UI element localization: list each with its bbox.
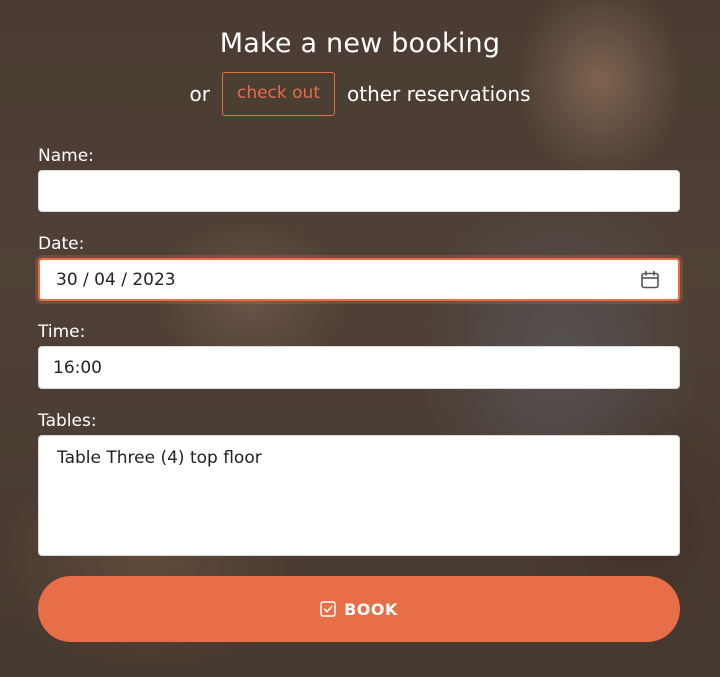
calendar-icon[interactable] [640, 270, 660, 290]
time-input-value: 16:00 [53, 357, 102, 378]
tables-select-list[interactable]: Table Three (4) top floor [38, 435, 680, 556]
book-button[interactable]: BOOK [38, 576, 680, 642]
subtitle-row: or check out other reservations [0, 72, 720, 116]
subtitle-prefix: or [189, 82, 210, 106]
name-label: Name: [38, 146, 94, 166]
subtitle-suffix: other reservations [347, 82, 531, 106]
tables-option[interactable]: Table Three (4) top floor [57, 448, 262, 468]
checkbox-check-icon [320, 601, 336, 617]
book-button-label: BOOK [344, 599, 398, 619]
date-input-value: 30 / 04 / 2023 [56, 269, 176, 290]
booking-form-container: Make a new booking or check out other re… [0, 0, 720, 677]
check-out-button[interactable]: check out [221, 72, 335, 116]
date-label: Date: [38, 234, 85, 254]
time-label: Time: [38, 322, 86, 342]
tables-label: Tables: [38, 411, 97, 431]
page-title: Make a new booking [219, 28, 501, 59]
name-input[interactable] [38, 170, 680, 212]
time-input[interactable]: 16:00 [38, 346, 680, 389]
date-input[interactable]: 30 / 04 / 2023 [38, 258, 680, 301]
